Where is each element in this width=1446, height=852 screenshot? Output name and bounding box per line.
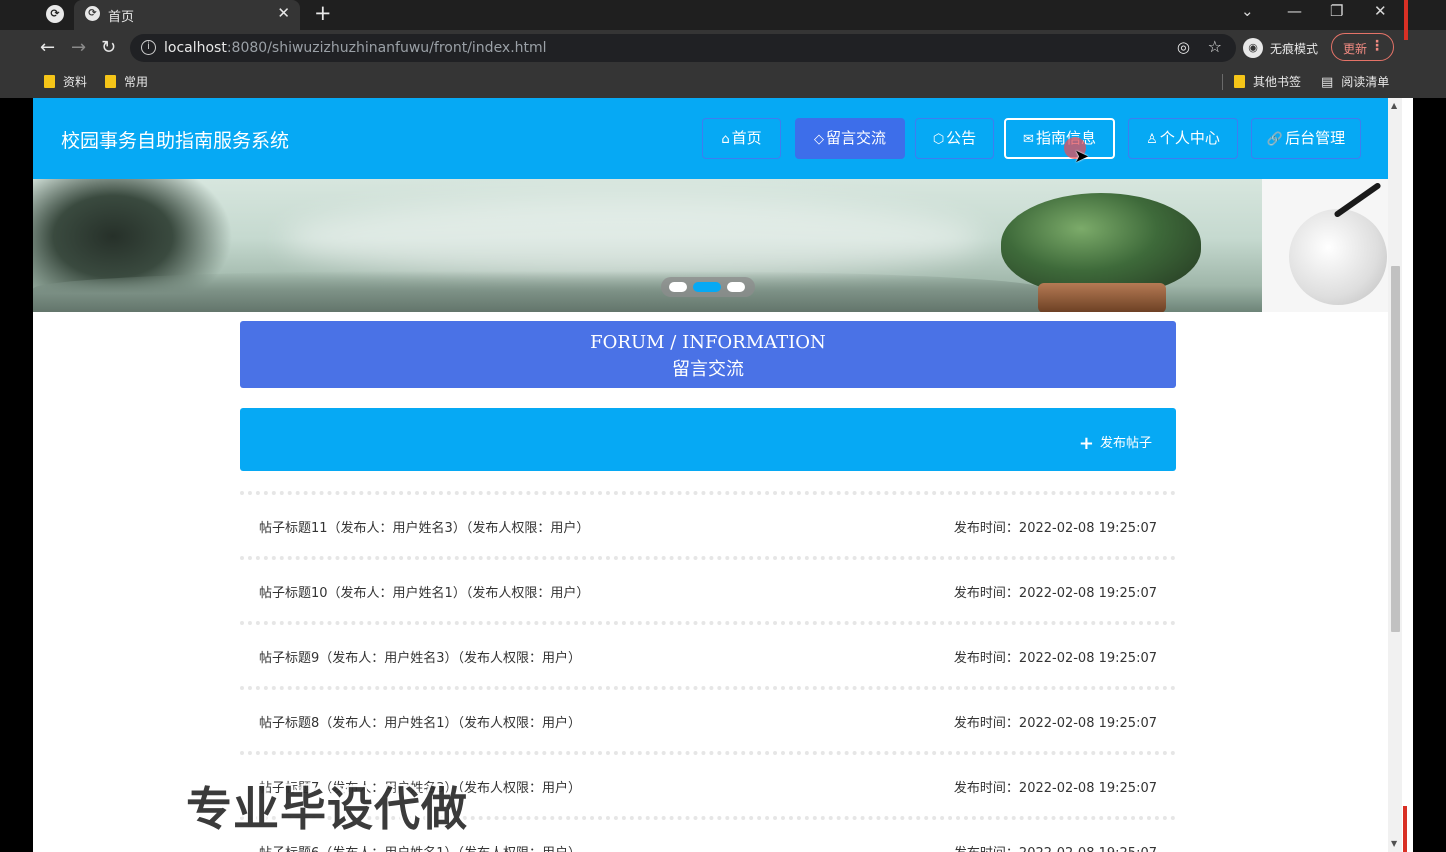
post-time: 发布时间：2022-02-08 19:25:07 [953,651,1157,666]
site-header: 校园事务自助指南服务系统 ⌂ 首页 ◇ 留言交流 ⬡ 公告 ✉ 指南信息 ♙ 个人中心 🔗… [33,98,1388,179]
post-title[interactable]: 帖子标题9（发布人：用户姓名3）（发布人权限：用户） [259,647,581,666]
bookmark-star-icon[interactable]: ☆ [1208,37,1222,56]
browser-menu-icon[interactable]: ⟳ [46,5,64,23]
carousel-dot[interactable] [727,282,745,292]
tab-search-icon[interactable]: ⌄ [1241,2,1254,20]
browser-toolbar: ← → ↻ i localhost:8080/shiwuzizhuzhinanf… [0,30,1446,66]
site-info-icon[interactable]: i [141,40,156,55]
nav-home[interactable]: ⌂ 首页 [702,118,781,159]
post-time: 发布时间：2022-02-08 19:25:07 [953,781,1157,796]
restore-icon[interactable]: ❐ [1330,2,1343,20]
carousel-indicators [661,277,755,297]
bookmark-folder[interactable]: 常用 [105,73,148,90]
publish-post-button[interactable]: + 发布帖子 [1079,432,1152,454]
tag-icon: ◇ [813,132,824,147]
jade-carving-image [1001,193,1201,295]
post-action-bar: + 发布帖子 [240,408,1176,471]
window-close-icon[interactable]: ✕ [1374,2,1387,20]
nav-user-center[interactable]: ♙ 个人中心 [1128,118,1238,159]
reload-icon[interactable]: ↻ [101,37,116,58]
tab-title: 首页 [108,10,135,25]
post-time: 发布时间：2022-02-08 19:25:07 [953,521,1157,536]
nav-forum[interactable]: ◇ 留言交流 [795,118,905,159]
cube-icon: ⬡ [932,132,945,147]
reading-list-icon: ▤ [1321,75,1334,90]
scroll-down-icon[interactable]: ▼ [1391,839,1397,848]
list-item[interactable]: 帖子标题11（发布人：用户姓名3）（发布人权限：用户） 发布时间：2022-02… [240,491,1176,556]
forum-title-cn: 留言交流 [672,359,744,380]
new-tab-button[interactable]: + [314,1,332,25]
url-text: localhost:8080/shiwuzizhuzhinanfuwu/fron… [164,40,547,56]
plus-icon: + [1078,433,1094,454]
folder-icon [44,75,55,88]
watermark-text: 专业毕设代做 [186,782,468,836]
scroll-thumb[interactable] [1391,266,1400,632]
nav-notice[interactable]: ⬡ 公告 [915,118,994,159]
bookmarks-bar: 资料 常用 其他书签 ▤ 阅读清单 [0,66,1446,98]
post-title[interactable]: 帖子标题6（发布人：用户姓名1）（发布人权限：用户） [259,842,581,852]
carousel-dot[interactable] [669,282,687,292]
forum-section-heading: FORUM / INFORMATION 留言交流 [240,321,1176,388]
banner-carousel[interactable] [33,179,1388,312]
update-label: 更新 [1343,42,1368,56]
page-scrollbar[interactable]: ▲ ▼ [1388,98,1402,852]
reading-list[interactable]: ▤ 阅读清单 [1321,73,1389,90]
nav-admin[interactable]: 🔗 后台管理 [1251,118,1361,159]
post-time: 发布时间：2022-02-08 19:25:07 [954,842,1157,852]
page-viewport: 校园事务自助指南服务系统 ⌂ 首页 ◇ 留言交流 ⬡ 公告 ✉ 指南信息 ♙ 个人中心 🔗… [33,98,1413,852]
back-icon[interactable]: ← [40,37,55,58]
eye-off-icon[interactable]: ◎ [1177,38,1190,56]
site-title: 校园事务自助指南服务系统 [61,130,290,152]
bookmark-folder[interactable]: 资料 [44,73,87,90]
globe-icon: ⟳ [85,6,100,21]
mouse-cursor-icon: ➤ [1074,146,1090,167]
nav-guide[interactable]: ✉ 指南信息 [1004,118,1115,159]
profile-label: 无痕模式 [1270,42,1319,56]
other-bookmarks[interactable]: 其他书签 [1234,73,1301,90]
post-title[interactable]: 帖子标题8（发布人：用户姓名1）（发布人权限：用户） [259,712,581,731]
forum-title-en: FORUM / INFORMATION [590,332,826,353]
folder-icon [105,75,116,88]
browser-tab-bar: ⟳ ⟳ 首页 ✕ + ⌄ — ❐ ✕ [0,0,1446,30]
list-item[interactable]: 帖子标题8（发布人：用户姓名1）（发布人权限：用户） 发布时间：2022-02-… [240,686,1176,751]
update-button[interactable]: 更新 ⋮ [1331,33,1394,61]
scroll-up-icon[interactable]: ▲ [1391,101,1397,110]
more-menu-icon: ⋮ [1370,38,1384,54]
post-title[interactable]: 帖子标题10（发布人：用户姓名1）（发布人权限：用户） [259,582,589,601]
user-icon: ♙ [1146,132,1158,147]
forward-icon[interactable]: → [71,37,86,58]
address-bar[interactable]: i localhost:8080/shiwuzizhuzhinanfuwu/fr… [130,34,1236,62]
carousel-dot-active[interactable] [693,282,721,292]
incognito-icon: ◉ [1243,38,1263,58]
mail-icon: ✉ [1023,132,1034,147]
post-time: 发布时间：2022-02-08 19:25:07 [953,716,1157,731]
link-icon: 🔗 [1266,132,1284,147]
folder-icon [1234,75,1245,88]
minimize-icon[interactable]: — [1287,2,1302,20]
close-tab-icon[interactable]: ✕ [277,4,290,22]
jade-pendant-image [1289,209,1387,305]
home-icon: ⌂ [721,132,730,147]
list-item[interactable]: 帖子标题10（发布人：用户姓名1）（发布人权限：用户） 发布时间：2022-02… [240,556,1176,621]
browser-tab[interactable]: ⟳ 首页 ✕ [74,0,300,30]
post-title[interactable]: 帖子标题11（发布人：用户姓名3）（发布人权限：用户） [259,517,589,536]
bookmark-divider [1222,74,1223,90]
post-time: 发布时间：2022-02-08 19:25:07 [953,586,1157,601]
list-item[interactable]: 帖子标题9（发布人：用户姓名3）（发布人权限：用户） 发布时间：2022-02-… [240,621,1176,686]
